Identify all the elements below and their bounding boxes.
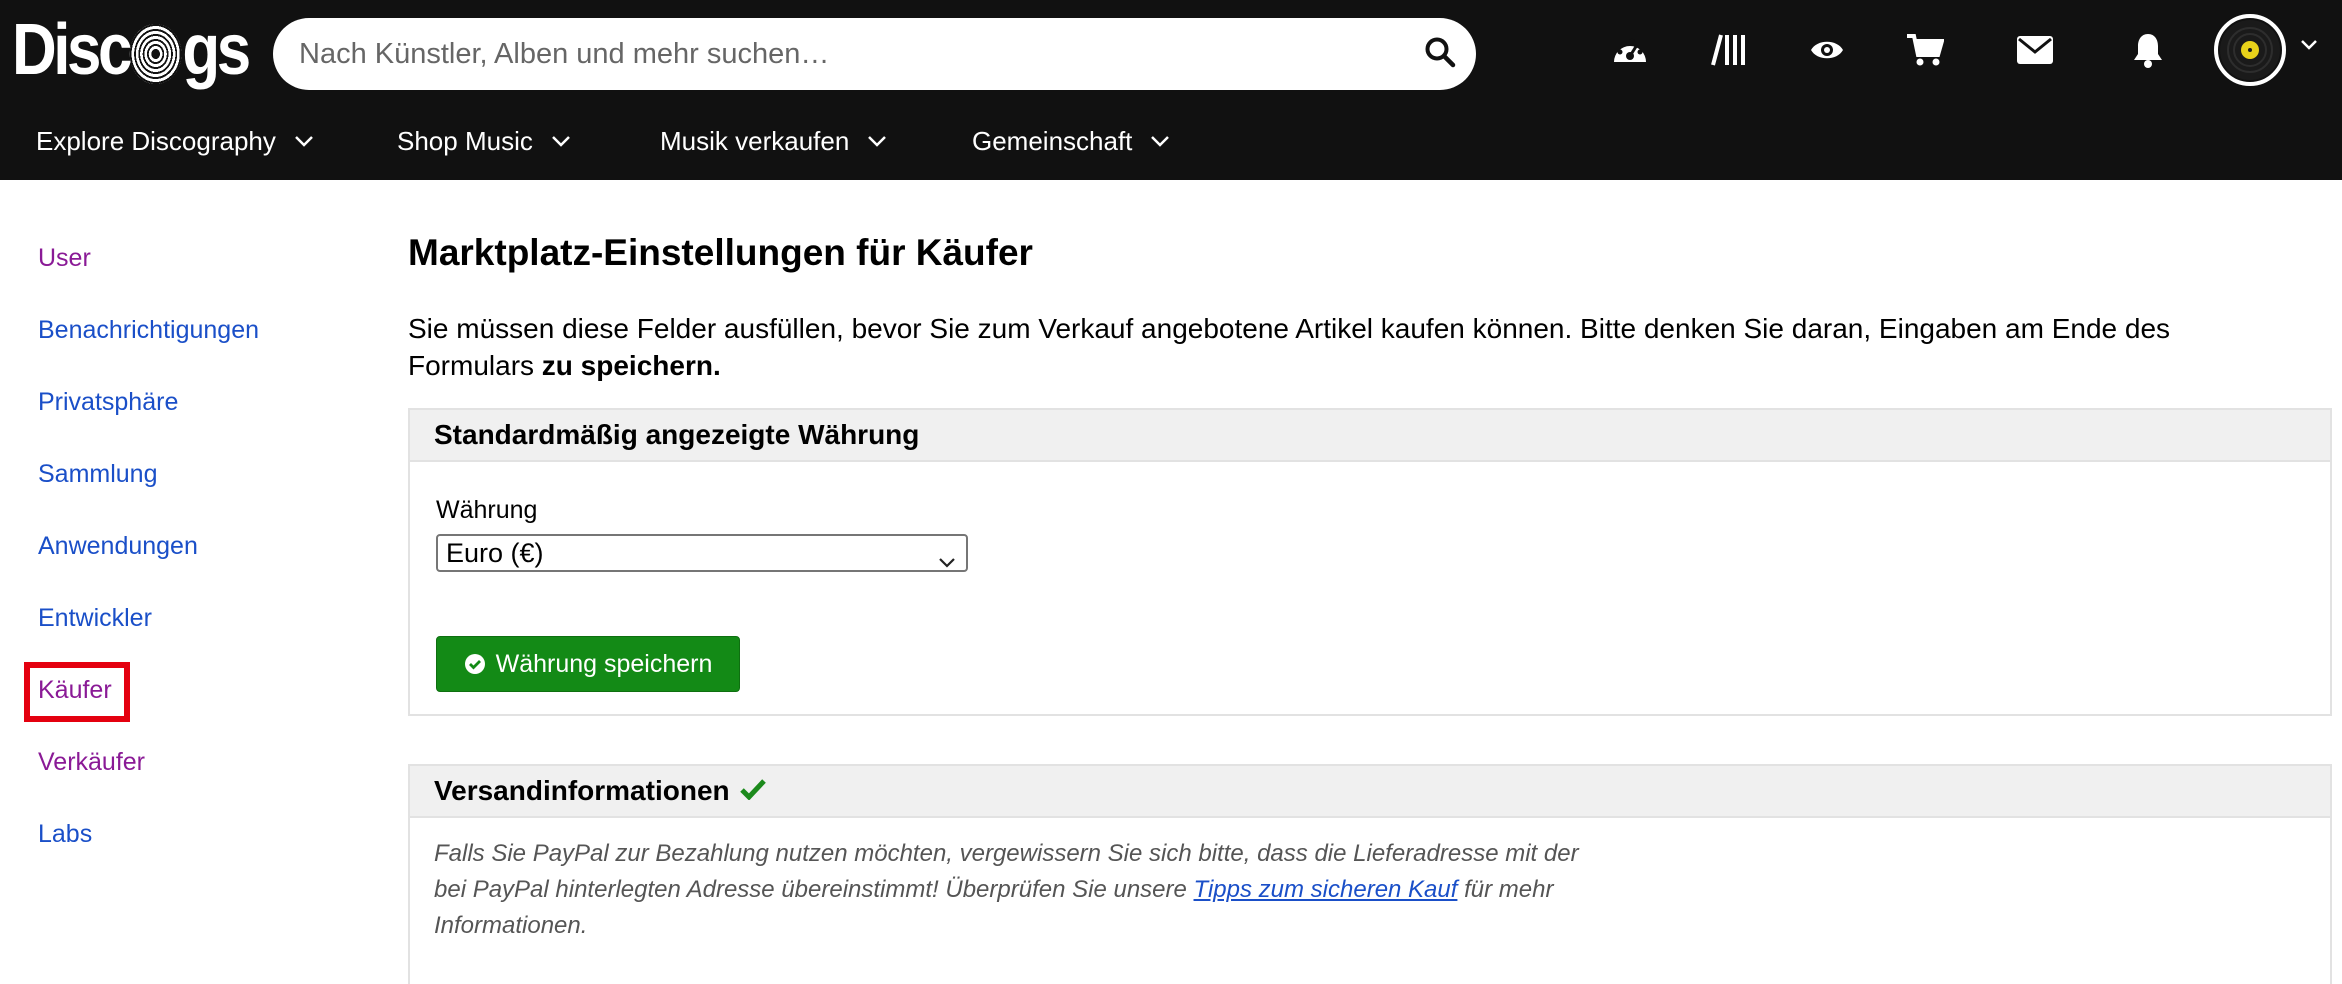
sidebar-item-privatsphaere[interactable]: Privatsphäre bbox=[38, 388, 178, 417]
shipping-panel-title: Versandinformationen bbox=[434, 775, 730, 806]
account-chevron-down-icon[interactable] bbox=[2300, 38, 2318, 56]
save-currency-button[interactable]: Währung speichern bbox=[436, 636, 740, 692]
currency-panel: Standardmäßig angezeigte Währung Währung… bbox=[408, 408, 2332, 716]
active-item-highlight bbox=[24, 662, 130, 722]
nav-musik-verkaufen[interactable]: Musik verkaufen bbox=[660, 112, 887, 170]
nav-explore-discography[interactable]: Explore Discography bbox=[36, 112, 314, 170]
sidebar-item-benachrichtigungen[interactable]: Benachrichtigungen bbox=[38, 316, 259, 345]
intro-text: Sie müssen diese Felder ausfüllen, bevor… bbox=[408, 310, 2288, 384]
sidebar-item-labs[interactable]: Labs bbox=[38, 820, 92, 849]
checkmark-icon bbox=[739, 775, 766, 807]
sidebar-item-sammlung[interactable]: Sammlung bbox=[38, 460, 158, 489]
safe-buying-tips-link[interactable]: Tipps zum sicheren Kauf bbox=[1194, 876, 1458, 903]
cart-icon[interactable] bbox=[1895, 14, 1955, 86]
notifications-icon[interactable] bbox=[2118, 14, 2178, 86]
nav-label: Shop Music bbox=[397, 125, 533, 156]
nav-label: Explore Discography bbox=[36, 125, 276, 156]
collection-icon[interactable] bbox=[1700, 14, 1760, 86]
sidebar-item-user[interactable]: User bbox=[38, 244, 91, 273]
dashboard-icon[interactable] bbox=[1600, 14, 1660, 86]
nav-label: Gemeinschaft bbox=[972, 125, 1133, 156]
sidebar-item-verkaeufer[interactable]: Verkäufer bbox=[38, 748, 145, 777]
chevron-down-icon bbox=[1151, 136, 1170, 147]
search-bar bbox=[273, 18, 1476, 90]
chevron-down-icon bbox=[551, 136, 570, 147]
nav-gemeinschaft[interactable]: Gemeinschaft bbox=[972, 112, 1170, 170]
search-input[interactable] bbox=[273, 18, 1404, 90]
currency-panel-heading: Standardmäßig angezeigte Währung bbox=[410, 410, 2330, 462]
currency-select-value: Euro (€) bbox=[446, 537, 544, 568]
messages-icon[interactable] bbox=[2005, 14, 2065, 86]
shipping-panel: Versandinformationen Falls Sie PayPal zu… bbox=[408, 764, 2332, 984]
wantlist-icon[interactable] bbox=[1797, 14, 1857, 86]
sidebar-item-entwickler[interactable]: Entwickler bbox=[38, 604, 152, 633]
currency-field-label: Währung bbox=[436, 496, 538, 524]
search-button[interactable] bbox=[1404, 18, 1476, 90]
currency-panel-title: Standardmäßig angezeigte Währung bbox=[434, 419, 920, 450]
search-icon bbox=[1424, 36, 1456, 73]
shipping-info-text: Falls Sie PayPal zur Bezahlung nutzen mö… bbox=[434, 836, 1594, 944]
shipping-panel-heading: Versandinformationen bbox=[410, 766, 2330, 818]
currency-select[interactable]: Euro (€) bbox=[436, 534, 968, 572]
record-icon bbox=[129, 24, 182, 84]
check-circle-icon bbox=[464, 654, 485, 674]
chevron-down-icon bbox=[868, 136, 887, 147]
chevron-down-icon bbox=[295, 136, 313, 147]
nav-label: Musik verkaufen bbox=[660, 125, 850, 156]
user-avatar[interactable] bbox=[2214, 14, 2286, 86]
sidebar-item-anwendungen[interactable]: Anwendungen bbox=[38, 532, 198, 561]
save-currency-label: Währung speichern bbox=[495, 649, 713, 678]
nav-shop-music[interactable]: Shop Music bbox=[397, 112, 571, 170]
intro-text-bold: zu speichern. bbox=[541, 350, 721, 381]
discogs-logo[interactable]: Dis c gs bbox=[12, 6, 251, 94]
top-header: Dis c gs Nach Künstler, Alben und mehr s… bbox=[0, 0, 2342, 180]
page-title: Marktplatz-Einstellungen für Käufer bbox=[408, 232, 1033, 273]
chevron-down-icon bbox=[938, 545, 956, 576]
